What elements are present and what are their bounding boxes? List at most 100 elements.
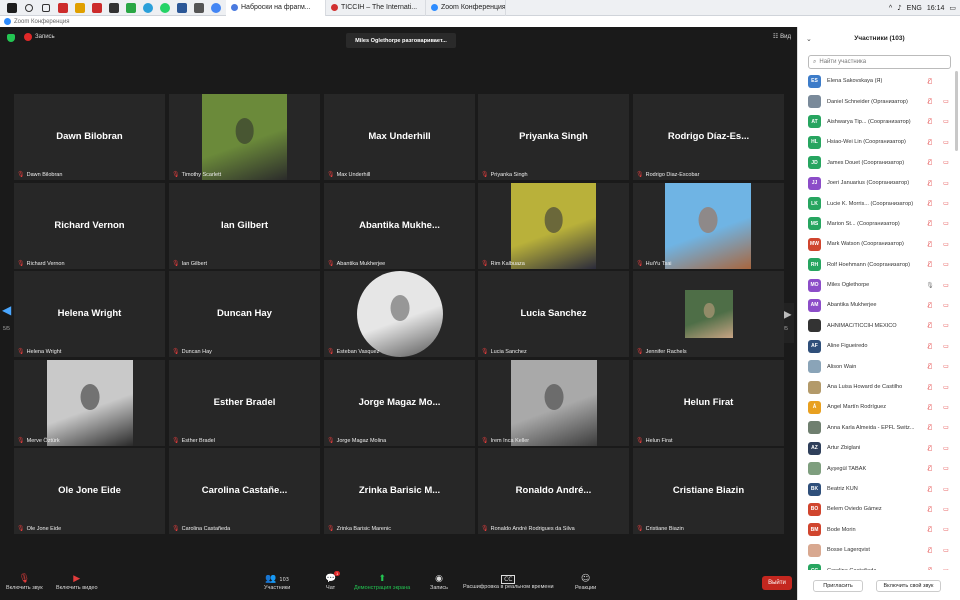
mic-muted-icon[interactable]: 🎙̸ bbox=[922, 465, 938, 472]
video-tile[interactable]: Carolina Castañe... 🎙 Carolina Castañeda bbox=[169, 448, 320, 534]
participant-row[interactable]: RH Rolf Hoehmann (Соорганизатор) 🎙̸ ▭ bbox=[808, 255, 954, 275]
volume-icon[interactable]: ♪ bbox=[897, 4, 901, 12]
video-tile[interactable]: 🎙 Jennifer Rachels bbox=[633, 271, 784, 357]
mic-muted-icon[interactable]: 🎙̸ bbox=[922, 567, 938, 570]
participant-row[interactable]: BO Belem Oviedo Gámez 🎙̸ ▭ bbox=[808, 499, 954, 519]
mic-muted-icon[interactable]: 🎙̸ bbox=[922, 98, 938, 105]
video-tile[interactable]: Dawn Bilobran 🎙 Dawn Bilobran bbox=[14, 94, 165, 180]
video-off-icon[interactable]: ▭ bbox=[938, 302, 954, 309]
mic-muted-icon[interactable]: 🎙̸ bbox=[922, 506, 938, 513]
video-off-icon[interactable]: ▭ bbox=[938, 526, 954, 533]
whatsapp-icon[interactable] bbox=[156, 0, 173, 16]
participant-row[interactable]: Bosse Lagerqvist 🎙̸ ▭ bbox=[808, 540, 954, 560]
video-off-icon[interactable]: ▭ bbox=[938, 139, 954, 146]
participant-row[interactable]: LK Lucie K. Morris... (Соорганизатор) 🎙̸ ▭ bbox=[808, 193, 954, 213]
video-tile[interactable]: 🎙 Timothy Scarlett bbox=[169, 94, 320, 180]
participant-row[interactable]: MO Miles Oglethorpe 🎙 ▭ bbox=[808, 275, 954, 295]
participant-row[interactable]: CC Carolina Castañeda🎙̸▭ bbox=[808, 560, 954, 570]
windows-start-icon[interactable] bbox=[3, 0, 20, 16]
unmute-me-button[interactable]: Включить свой звук bbox=[876, 580, 941, 592]
participant-row[interactable]: AZ Artur Zbiglani 🎙̸ ▭ bbox=[808, 438, 954, 458]
mic-muted-icon[interactable]: 🎙̸ bbox=[922, 363, 938, 370]
mic-muted-icon[interactable]: 🎙̸ bbox=[922, 180, 938, 187]
mic-muted-icon[interactable]: 🎙̸ bbox=[922, 220, 938, 227]
search-icon[interactable] bbox=[20, 0, 37, 16]
participant-row[interactable]: AT Aishwarya Tip... (Соорганизатор) 🎙̸ ▭ bbox=[808, 112, 954, 132]
video-tile[interactable]: Richard Vernon 🎙 Richard Vernon bbox=[14, 183, 165, 269]
video-tile[interactable]: Cristiane Biazin 🎙 Cristiane Biazin bbox=[633, 448, 784, 534]
participant-list-scrollbar[interactable] bbox=[955, 71, 958, 151]
security-shield-icon[interactable] bbox=[7, 34, 15, 42]
zotero-icon[interactable] bbox=[88, 0, 105, 16]
video-off-icon[interactable]: ▭ bbox=[938, 567, 954, 570]
browser-tab[interactable]: Zoom Конференция bbox=[426, 0, 506, 16]
video-tile[interactable]: Priyanka Singh 🎙 Priyanka Singh bbox=[478, 94, 629, 180]
tray-chevron-icon[interactable]: ^ bbox=[889, 5, 892, 12]
video-off-icon[interactable]: ▭ bbox=[938, 465, 954, 472]
video-off-icon[interactable]: ▭ bbox=[938, 241, 954, 248]
video-tile[interactable]: Ronaldo André... 🎙 Ronaldo André Rodrigues… bbox=[478, 448, 629, 534]
participant-row[interactable]: Ana Luisa Howard de Castilho 🎙̸ ▭ bbox=[808, 377, 954, 397]
participant-row[interactable]: Ayşegül TABAK 🎙̸ ▭ bbox=[808, 458, 954, 478]
mic-muted-icon[interactable]: 🎙̸ bbox=[922, 200, 938, 207]
video-off-icon[interactable]: ▭ bbox=[938, 118, 954, 125]
mic-muted-icon[interactable]: 🎙̸ bbox=[922, 445, 938, 452]
video-off-icon[interactable]: ▭ bbox=[938, 445, 954, 452]
participant-row[interactable]: BM Bode Morin 🎙̸ ▭ bbox=[808, 520, 954, 540]
invite-button[interactable]: Пригласить bbox=[813, 580, 863, 592]
video-tile[interactable]: Max Underhill 🎙 Max Underhill bbox=[324, 94, 475, 180]
video-off-icon[interactable]: ▭ bbox=[938, 180, 954, 187]
mic-muted-icon[interactable]: 🎙̸ bbox=[922, 139, 938, 146]
video-off-icon[interactable]: ▭ bbox=[938, 547, 954, 554]
participant-row[interactable]: HL Hsiao-Wei Lin (Соорганизатор) 🎙̸ ▭ bbox=[808, 132, 954, 152]
video-tile[interactable]: Duncan Hay 🎙 Duncan Hay bbox=[169, 271, 320, 357]
video-off-icon[interactable]: ▭ bbox=[938, 282, 954, 289]
video-off-icon[interactable]: ▭ bbox=[938, 424, 954, 431]
mic-muted-icon[interactable]: 🎙̸ bbox=[922, 322, 938, 329]
start-video-button[interactable]: ▶ Включить видео bbox=[56, 573, 98, 591]
app-icon[interactable] bbox=[54, 0, 71, 16]
leave-button[interactable]: Выйти bbox=[762, 576, 792, 590]
video-tile[interactable]: Esther Bradel 🎙 Esther Bradel bbox=[169, 360, 320, 446]
mic-muted-icon[interactable]: 🎙̸ bbox=[922, 547, 938, 554]
video-off-icon[interactable]: ▭ bbox=[938, 200, 954, 207]
notification-icon[interactable]: ▭ bbox=[949, 4, 956, 12]
recording-indicator[interactable]: Запись bbox=[24, 33, 55, 41]
video-off-icon[interactable]: ▭ bbox=[938, 159, 954, 166]
chrome-icon[interactable] bbox=[207, 0, 224, 16]
task-view-icon[interactable] bbox=[37, 0, 54, 16]
video-off-icon[interactable]: ▭ bbox=[938, 404, 954, 411]
mic-muted-icon[interactable]: 🎙̸ bbox=[922, 384, 938, 391]
app-icon[interactable] bbox=[190, 0, 207, 16]
participant-row[interactable]: JJ Joeri Januarius (Соорганизатор) 🎙̸ ▭ bbox=[808, 173, 954, 193]
record-button[interactable]: ◉ Запись bbox=[430, 573, 448, 591]
mic-muted-icon[interactable]: 🎙̸ bbox=[922, 261, 938, 268]
unmute-button[interactable]: 🎙 Включить звук bbox=[6, 573, 43, 591]
video-off-icon[interactable]: ▭ bbox=[938, 363, 954, 370]
mic-muted-icon[interactable]: 🎙̸ bbox=[922, 302, 938, 309]
app-icon[interactable] bbox=[71, 0, 88, 16]
participant-row[interactable]: AF Aline Figueiredo 🎙̸ ▭ bbox=[808, 336, 954, 356]
video-off-icon[interactable]: ▭ bbox=[938, 486, 954, 493]
video-tile[interactable]: 🎙 Irem Inca Keller bbox=[478, 360, 629, 446]
participant-row[interactable]: Anna Karla Almeida - EPFL Switz... 🎙̸ ▭ bbox=[808, 418, 954, 438]
mic-muted-icon[interactable]: 🎙̸ bbox=[922, 118, 938, 125]
mic-muted-icon[interactable]: 🎙̸ bbox=[922, 424, 938, 431]
video-off-icon[interactable]: ▭ bbox=[938, 220, 954, 227]
participant-row[interactable]: AM Abantika Mukherjee 🎙̸ ▭ bbox=[808, 295, 954, 315]
telegram-icon[interactable] bbox=[139, 0, 156, 16]
language-indicator[interactable]: ENG bbox=[907, 5, 922, 12]
video-off-icon[interactable]: ▭ bbox=[938, 261, 954, 268]
reactions-button[interactable]: ☺ Реакции bbox=[575, 573, 596, 591]
video-off-icon[interactable]: ▭ bbox=[938, 322, 954, 329]
mic-muted-icon[interactable]: 🎙̸ bbox=[922, 78, 938, 85]
prev-page-arrow-icon[interactable]: ◀ bbox=[2, 303, 12, 343]
video-tile[interactable]: 🎙 Merve Öztürk bbox=[14, 360, 165, 446]
mic-muted-icon[interactable]: 🎙̸ bbox=[922, 241, 938, 248]
app-icon[interactable] bbox=[122, 0, 139, 16]
video-tile[interactable]: Helun Firat 🎙 Helun Firat bbox=[633, 360, 784, 446]
mic-muted-icon[interactable]: 🎙̸ bbox=[922, 526, 938, 533]
view-button[interactable]: ☷ Вид bbox=[773, 33, 791, 40]
participant-search-input[interactable]: ⌕ Найти участника bbox=[808, 55, 951, 69]
video-tile[interactable]: Helena Wright 🎙 Helena Wright bbox=[14, 271, 165, 357]
